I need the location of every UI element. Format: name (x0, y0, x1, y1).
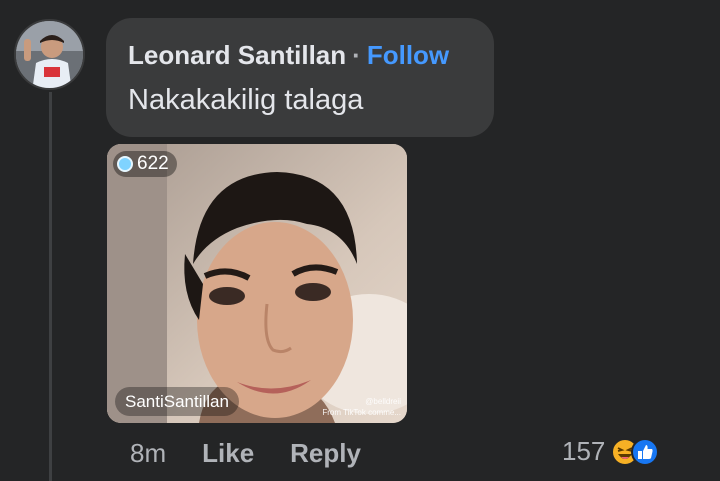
avatar-image (16, 21, 83, 88)
separator-dot: · (352, 40, 361, 70)
comment-bubble: Leonard Santillan · Follow Nakakakilig tal… (106, 18, 494, 137)
reply-button[interactable]: Reply (290, 438, 361, 469)
watermark-user: @belldreii (365, 397, 401, 406)
tiktok-watermark: @belldreii From TikTok comme... (322, 396, 401, 418)
viewer-badge: 622 (113, 151, 177, 177)
host-name: SantiSantillan (125, 391, 229, 411)
comment-text: Nakakakilig talaga (128, 84, 364, 116)
viewer-count: 622 (137, 153, 169, 174)
watermark-source: From TikTok comme... (322, 408, 401, 417)
viewer-icon (117, 156, 133, 172)
like-button[interactable]: Like (202, 438, 254, 469)
like-icon (631, 437, 660, 466)
avatar[interactable] (14, 19, 85, 90)
thread-line (49, 92, 52, 481)
host-name-pill: SantiSantillan (115, 387, 239, 416)
media-image (107, 144, 407, 423)
follow-button[interactable]: Follow (367, 40, 449, 70)
reaction-summary[interactable]: 157 (562, 436, 660, 467)
author-row: Leonard Santillan · Follow (128, 40, 449, 71)
author-name[interactable]: Leonard Santillan (128, 40, 346, 70)
comment-media[interactable]: 622 SantiSantillan @belldreii From TikTo… (107, 144, 407, 423)
comment-time[interactable]: 8m (130, 438, 166, 469)
comment-actions: 8m Like Reply (130, 438, 361, 469)
reaction-count: 157 (562, 436, 606, 466)
